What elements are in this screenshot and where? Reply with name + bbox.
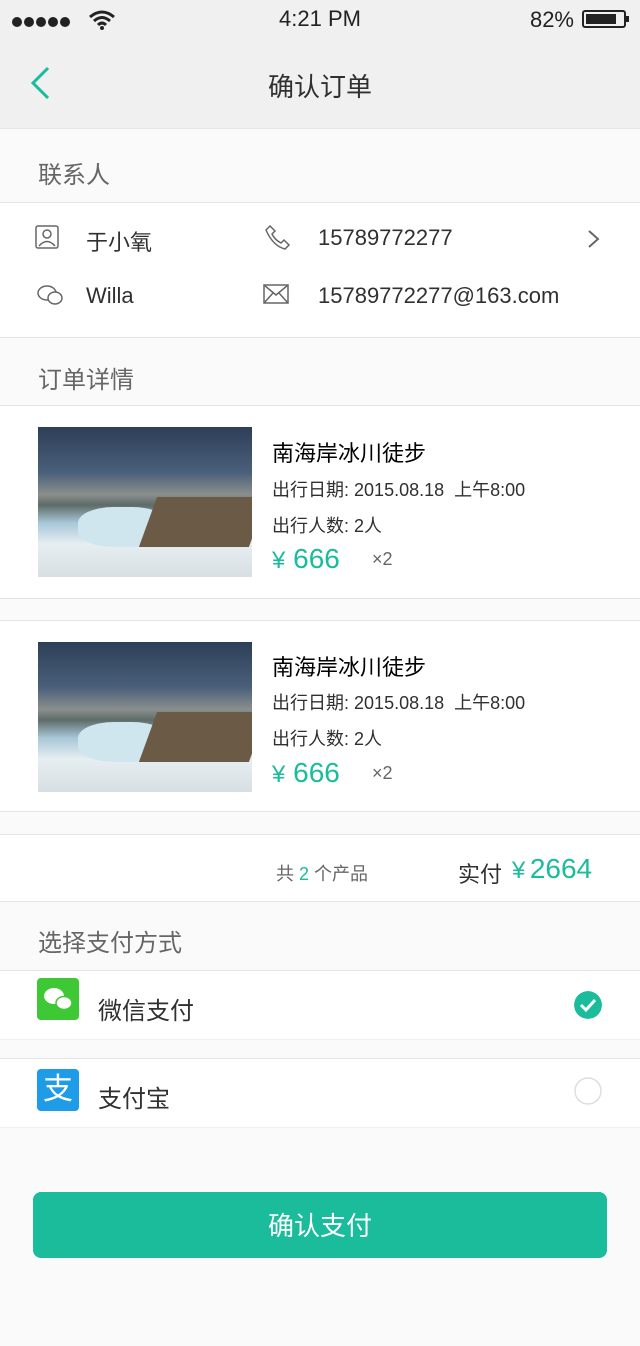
product-qty: ×2: [372, 763, 393, 783]
product-name: 南海岸冰川徒步: [272, 441, 427, 466]
contact-wechat: Willa: [86, 283, 134, 308]
payment-method-wechat[interactable]: 微信支付: [0, 970, 640, 1040]
status-bar: 4:21 PM 82%: [0, 0, 640, 40]
email-icon: [263, 284, 289, 304]
contact-card[interactable]: 于小氧 15789772277 Willa 15789772277@163.co…: [0, 202, 640, 338]
battery-percent: 82%: [529, 7, 574, 32]
checked-icon[interactable]: [574, 991, 602, 1019]
order-summary: 共 2 个产品 实付 ¥ 2664: [0, 834, 640, 902]
product-price: ¥ 666: [272, 757, 340, 788]
nav-bar: 确认订单: [0, 40, 640, 129]
travel-people: 出行人数: 2人: [272, 516, 383, 536]
contact-section-title: 联系人: [38, 162, 110, 189]
travel-people: 出行人数: 2人: [272, 729, 383, 749]
paid-total: ¥ 2664: [512, 853, 593, 884]
product-image: [38, 427, 252, 577]
contact-phone: 15789772277: [318, 225, 453, 250]
battery-icon: [582, 10, 629, 28]
payment-label: 支付宝: [98, 1086, 170, 1113]
product-image: [38, 642, 252, 792]
order-item[interactable]: 南海岸冰川徒步 出行日期: 2015.08.18 上午8:00 出行人数: 2人…: [0, 405, 640, 599]
payment-section-title: 选择支付方式: [38, 930, 182, 957]
user-icon: [35, 225, 59, 249]
travel-date: 出行日期: 2015.08.18 上午8:00: [272, 480, 526, 500]
alipay-icon: 支: [37, 1069, 79, 1111]
phone-icon: [265, 224, 291, 250]
order-item[interactable]: 南海岸冰川徒步 出行日期: 2015.08.18 上午8:00 出行人数: 2人…: [0, 620, 640, 812]
travel-date: 出行日期: 2015.08.18 上午8:00: [272, 693, 526, 713]
unchecked-icon[interactable]: [574, 1077, 602, 1105]
payment-method-alipay[interactable]: 支 支付宝: [0, 1058, 640, 1128]
payment-label: 微信支付: [98, 998, 194, 1025]
wechat-pay-icon: [37, 978, 79, 1020]
page-title: 确认订单: [267, 72, 372, 102]
chevron-right-icon[interactable]: [583, 229, 603, 249]
contact-email: 15789772277@163.com: [318, 283, 560, 308]
product-count: 共 2 个产品: [276, 864, 369, 884]
paid-label: 实付: [458, 862, 503, 887]
product-name: 南海岸冰川徒步: [272, 655, 427, 680]
wechat-icon: [37, 285, 63, 305]
contact-name: 于小氧: [86, 230, 153, 255]
order-section-title: 订单详情: [38, 367, 134, 394]
product-qty: ×2: [372, 549, 393, 569]
product-price: ¥ 666: [272, 543, 340, 574]
confirm-pay-button[interactable]: 确认支付: [33, 1192, 607, 1258]
